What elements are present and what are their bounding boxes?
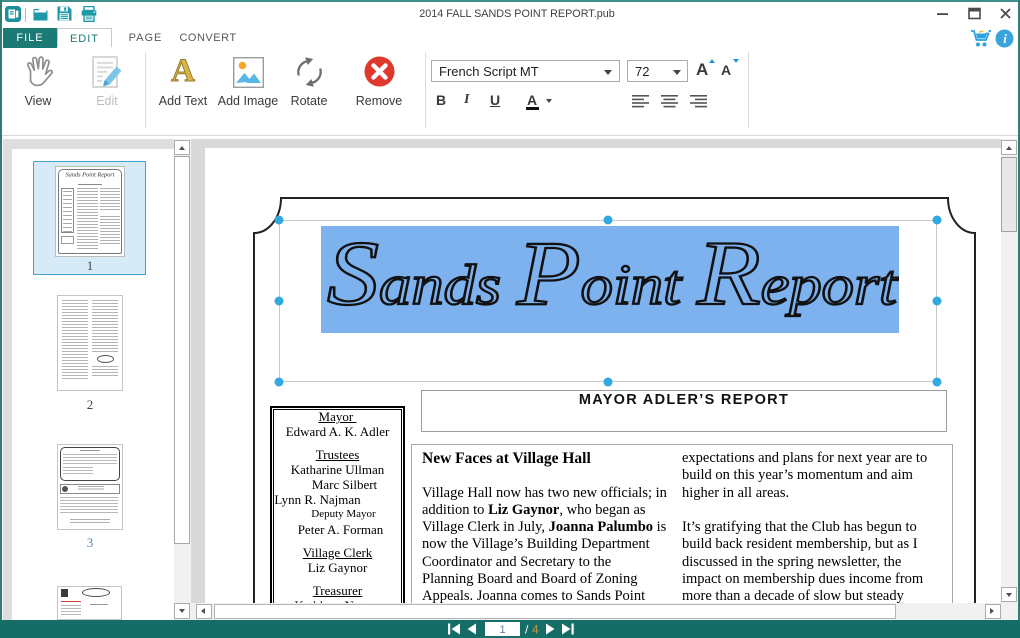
svg-text:/: / — [525, 623, 529, 637]
svg-text:1: 1 — [499, 624, 505, 636]
svg-text:4: 4 — [532, 623, 539, 637]
svg-text:i: i — [1003, 31, 1007, 46]
